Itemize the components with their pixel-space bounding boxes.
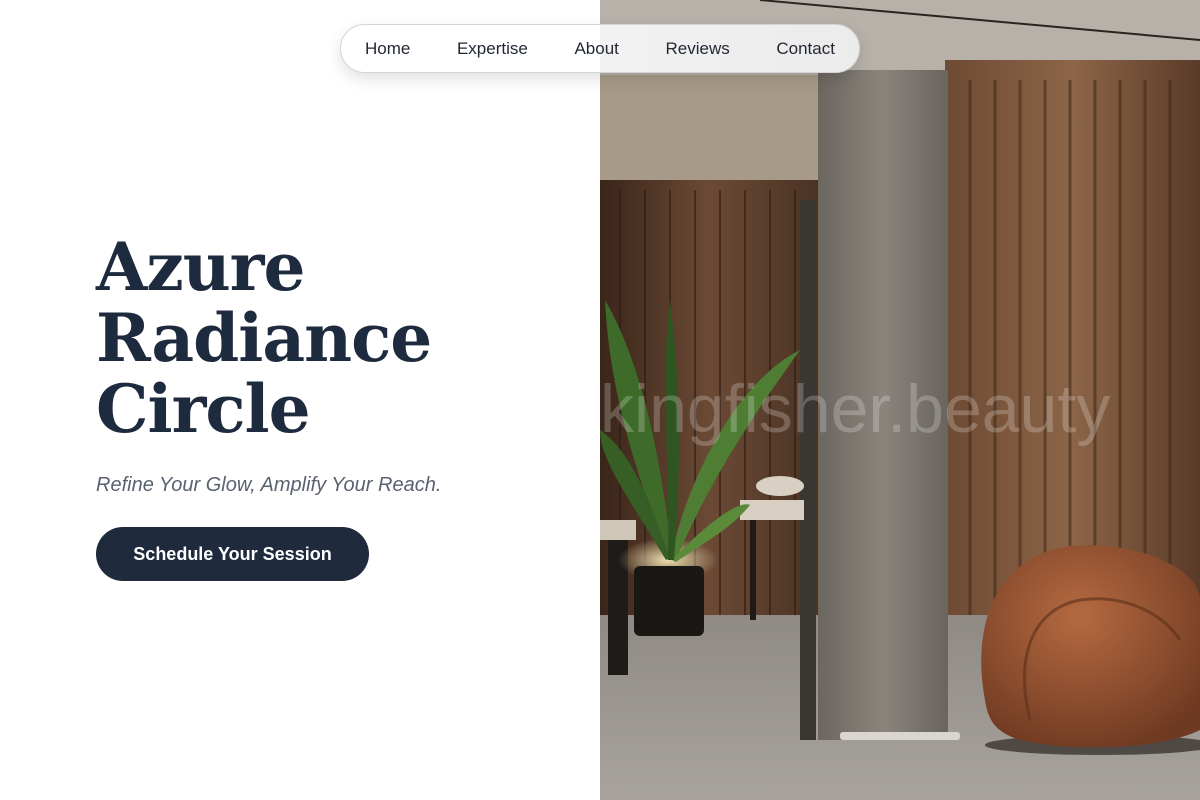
hero-title-line: Azure bbox=[96, 228, 305, 306]
hero-title: Azure Radiance Circle bbox=[96, 228, 432, 448]
hero-title-line: Circle bbox=[96, 370, 311, 448]
hero-title-line: Radiance bbox=[96, 299, 432, 377]
nav-about-link[interactable]: About bbox=[574, 39, 618, 59]
watermark-text: kingfisher.beauty bbox=[600, 371, 1111, 447]
nav-contact-link[interactable]: Contact bbox=[776, 39, 835, 59]
hero-tagline: Refine Your Glow, Amplify Your Reach. bbox=[96, 474, 442, 496]
nav-reviews-link[interactable]: Reviews bbox=[666, 39, 730, 59]
nav-home-link[interactable]: Home bbox=[365, 39, 410, 59]
top-navigation: Home Expertise About Reviews Contact bbox=[340, 24, 860, 73]
hero-text-panel: Azure Radiance Circle Refine Your Glow, … bbox=[0, 0, 600, 800]
schedule-session-button[interactable]: Schedule Your Session bbox=[96, 527, 369, 581]
nav-expertise-link[interactable]: Expertise bbox=[457, 39, 528, 59]
